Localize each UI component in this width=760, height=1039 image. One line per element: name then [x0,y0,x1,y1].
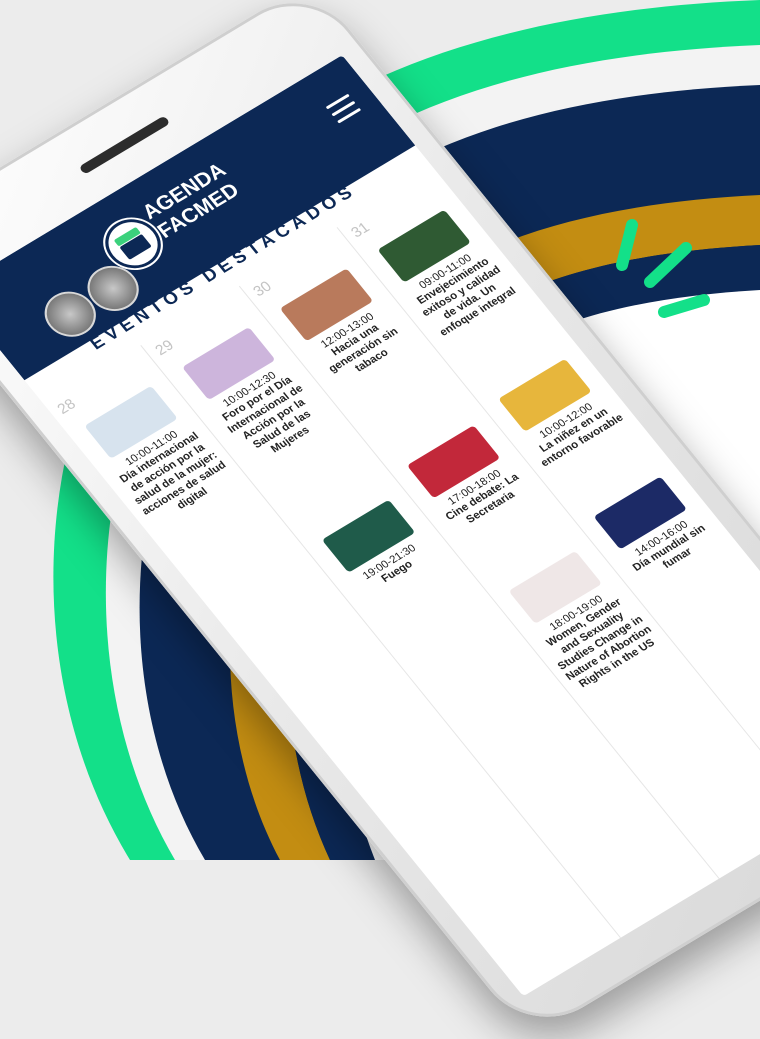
day-number: 29 [152,336,178,359]
day-number: 28 [54,395,80,418]
hamburger-menu-icon[interactable] [325,93,362,125]
day-number: 31 [347,219,374,242]
day-number: 30 [249,278,276,301]
